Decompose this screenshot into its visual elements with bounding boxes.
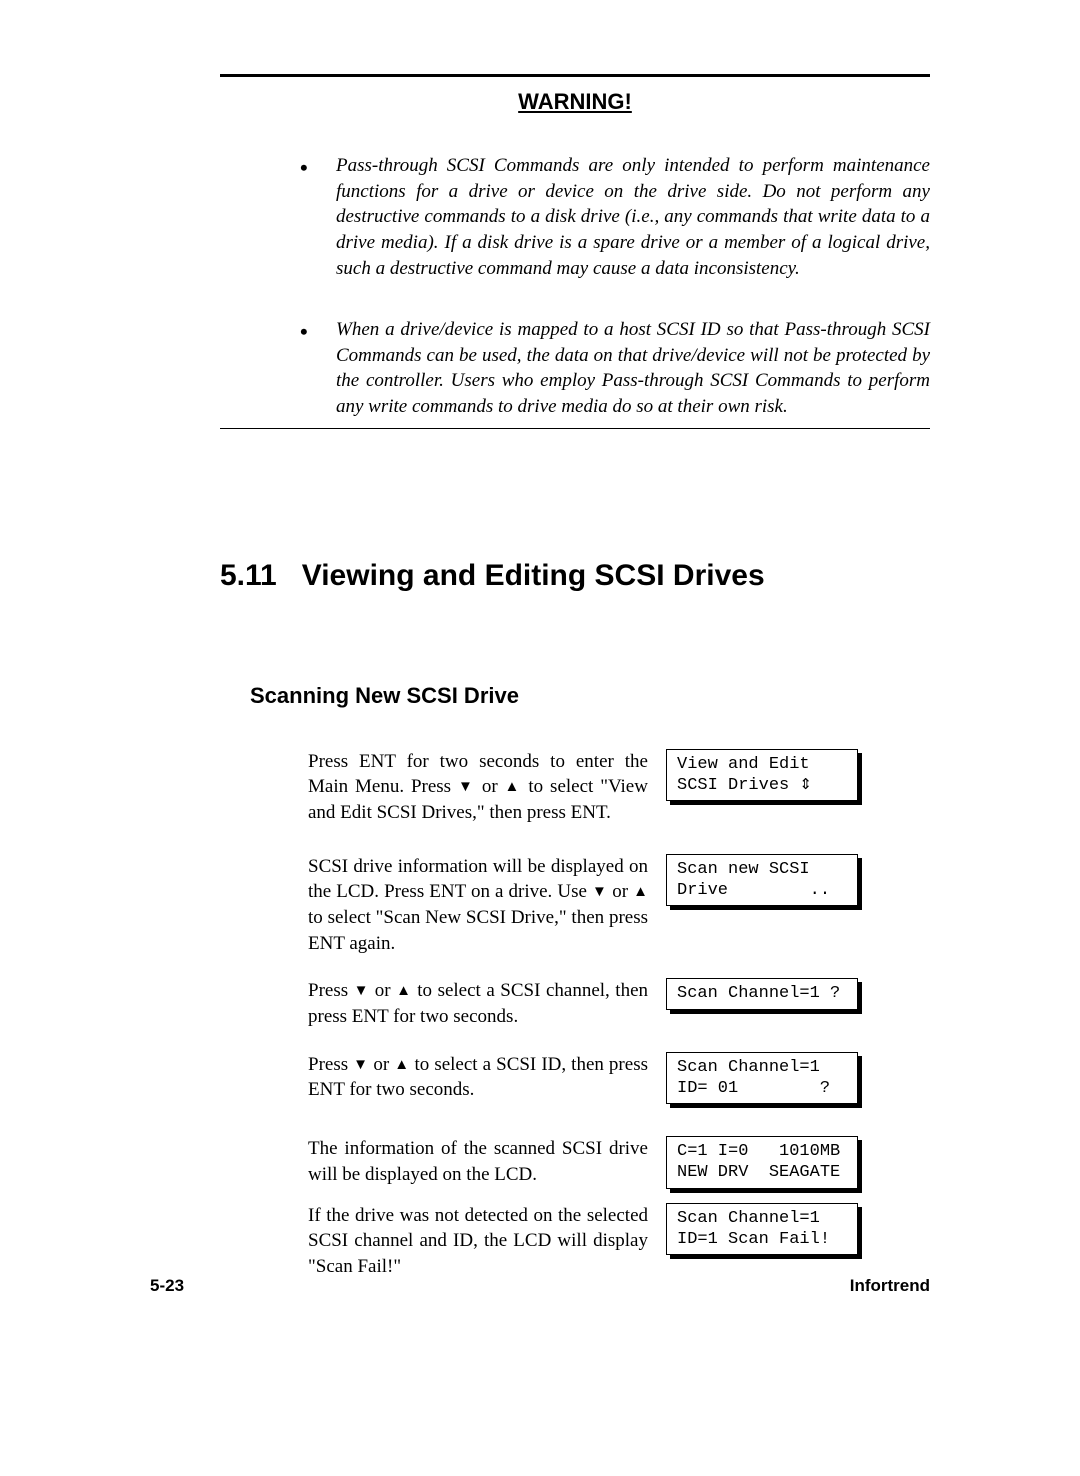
lcd-display: Scan Channel=1 ID= 01 ? (666, 1052, 858, 1105)
up-triangle-icon: ▲ (633, 884, 648, 900)
brand-name: Infortrend (850, 1276, 930, 1296)
lcd-display: Scan Channel=1 ? (666, 978, 858, 1009)
step-text: The information of the scanned SCSI driv… (308, 1136, 648, 1187)
step-text: Press ▼ or ▲ to select a SCSI ID, then p… (308, 1052, 648, 1103)
horizontal-rule-top (220, 74, 930, 77)
page-content: WARNING! Pass-through SCSI Commands are … (0, 0, 1080, 1279)
down-triangle-icon: ▼ (354, 983, 370, 999)
up-triangle-icon: ▲ (396, 983, 412, 999)
step-row: The information of the scanned SCSI driv… (220, 1136, 930, 1199)
step-row: If the drive was not detected on the sel… (220, 1203, 930, 1280)
step-text: Press ENT for two seconds to enter the M… (308, 749, 648, 826)
down-triangle-icon: ▼ (592, 884, 607, 900)
down-triangle-icon: ▼ (458, 779, 475, 795)
warning-item: Pass-through SCSI Commands are only inte… (300, 153, 930, 281)
warning-item: When a drive/device is mapped to a host … (300, 317, 930, 420)
lcd-display: Scan Channel=1 ID=1 Scan Fail! (666, 1203, 858, 1256)
section-title-text: Viewing and Editing SCSI Drives (302, 559, 765, 592)
page-number: 5-23 (150, 1276, 184, 1296)
warning-heading: WARNING! (220, 89, 930, 115)
page-footer: 5-23 Infortrend (150, 1276, 930, 1296)
lcd-display: C=1 I=0 1010MB NEW DRV SEAGATE (666, 1136, 858, 1189)
warning-list: Pass-through SCSI Commands are only inte… (300, 153, 930, 420)
section-heading: 5.11 Viewing and Editing SCSI Drives (220, 559, 930, 593)
horizontal-rule-bottom (220, 428, 930, 429)
lcd-display: View and Edit SCSI Drives ⇕ (666, 749, 858, 802)
up-triangle-icon: ▲ (505, 779, 522, 795)
step-text: If the drive was not detected on the sel… (308, 1203, 648, 1280)
step-row: Press ▼ or ▲ to select a SCSI ID, then p… (220, 1052, 930, 1115)
updown-icon: ⇕ (799, 776, 812, 793)
up-triangle-icon: ▲ (394, 1057, 409, 1073)
step-row: SCSI drive information will be displayed… (220, 854, 930, 957)
section-number: 5.11 (220, 559, 277, 592)
step-text: SCSI drive information will be displayed… (308, 854, 648, 957)
step-text: Press ▼ or ▲ to select a SCSI channel, t… (308, 978, 648, 1029)
down-triangle-icon: ▼ (353, 1057, 368, 1073)
subsection-heading: Scanning New SCSI Drive (250, 683, 930, 709)
lcd-column: View and Edit SCSI Drives ⇕ (666, 749, 858, 812)
lcd-display: Scan new SCSI Drive .. (666, 854, 858, 907)
step-row: Press ENT for two seconds to enter the M… (220, 749, 930, 826)
step-row: Press ▼ or ▲ to select a SCSI channel, t… (220, 978, 930, 1029)
